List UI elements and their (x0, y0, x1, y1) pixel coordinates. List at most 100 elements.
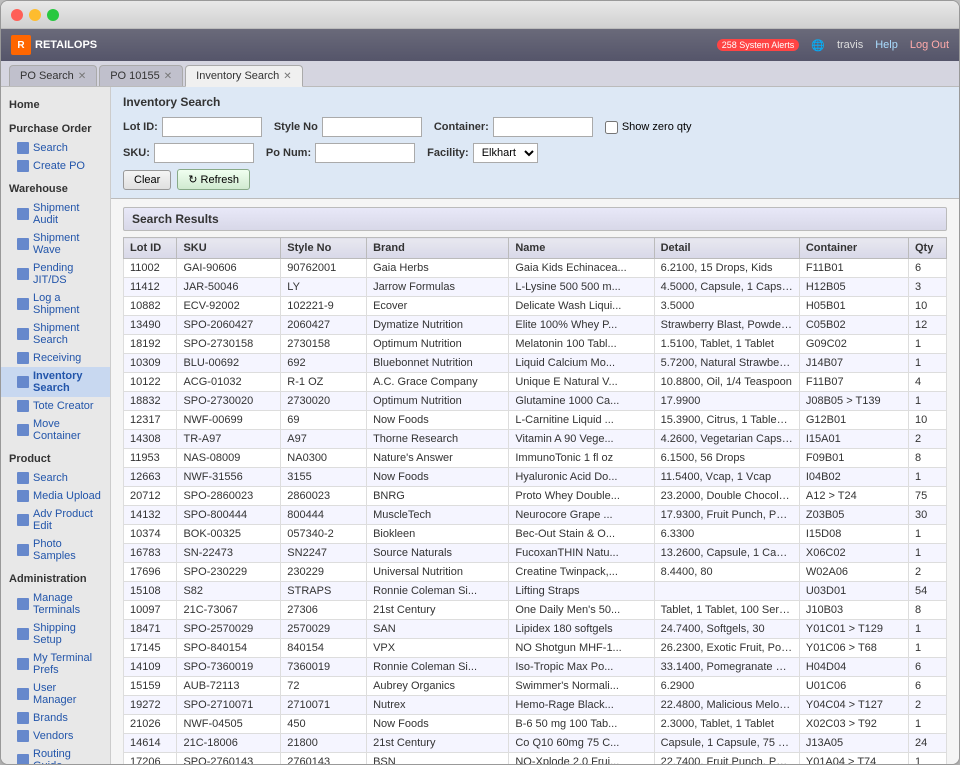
refresh-button[interactable]: ↻ Refresh (177, 169, 250, 190)
table-row[interactable]: 17696SPO-230229230229Universal Nutrition… (124, 563, 947, 582)
sidebar-item-vendors[interactable]: Vendors (1, 727, 110, 745)
table-cell: Proto Whey Double... (509, 487, 654, 506)
sidebar-item-move-container[interactable]: Move Container (1, 415, 110, 445)
sidebar-item-shipment-audit[interactable]: Shipment Audit (1, 199, 110, 229)
sidebar-item-pending-jit[interactable]: Pending JIT/DS (1, 259, 110, 289)
sidebar-item-manage-terminals[interactable]: Manage Terminals (1, 589, 110, 619)
table-row[interactable]: 14109SPO-73600197360019Ronnie Coleman Si… (124, 658, 947, 677)
table-cell: 21st Century (367, 601, 509, 620)
table-row[interactable]: 16783SN-22473SN2247Source NaturalsFucoxa… (124, 544, 947, 563)
table-row[interactable]: 10122ACG-01032R-1 OZA.C. Grace CompanyUn… (124, 373, 947, 392)
sidebar-section-admin: Administration Manage Terminals Shipping… (1, 569, 110, 764)
table-row[interactable]: 18832SPO-27300202730020Optimum Nutrition… (124, 392, 947, 411)
table-cell: Delicate Wash Liqui... (509, 297, 654, 316)
sidebar-item-receiving[interactable]: Receiving (1, 349, 110, 367)
sidebar-item-create-po-label: Create PO (33, 160, 85, 172)
table-row[interactable]: 20712SPO-28600232860023BNRGProto Whey Do… (124, 487, 947, 506)
top-bar: R RETAILOPS 258 System Alerts 🌐 travis H… (1, 29, 959, 61)
sidebar-item-shipment-search[interactable]: Shipment Search (1, 319, 110, 349)
sidebar-item-routing-guide[interactable]: Routing Guide (1, 745, 110, 764)
logo: R RETAILOPS (11, 35, 97, 55)
table-cell: U03D01 (799, 582, 908, 601)
sidebar-item-user-manager[interactable]: User Manager (1, 679, 110, 709)
tab-po-10155-close[interactable]: ✕ (164, 71, 172, 82)
table-cell: SPO-2730020 (177, 392, 281, 411)
sidebar-item-shipment-wave[interactable]: Shipment Wave (1, 229, 110, 259)
table-row[interactable]: 14308TR-A97A97Thorne ResearchVitamin A 9… (124, 430, 947, 449)
table-cell: Gaia Herbs (367, 259, 509, 278)
table-row[interactable]: 19272SPO-27100712710071NutrexHemo-Rage B… (124, 696, 947, 715)
alerts-indicator[interactable]: 258 System Alerts (717, 39, 800, 51)
sidebar-item-adv-product-edit[interactable]: Adv Product Edit (1, 505, 110, 535)
sidebar-item-po-search[interactable]: Search (1, 139, 110, 157)
tab-po-search[interactable]: PO Search ✕ (9, 65, 97, 86)
sidebar-item-product-search-label: Search (33, 472, 68, 484)
tab-po-search-close[interactable]: ✕ (78, 71, 86, 82)
sku-input[interactable] (154, 143, 254, 163)
table-row[interactable]: 12663NWF-315563155Now FoodsHyaluronic Ac… (124, 468, 947, 487)
style-no-input[interactable] (322, 117, 422, 137)
table-row[interactable]: 17206SPO-27601432760143BSNNO-Xplode 2.0 … (124, 753, 947, 765)
maximize-button[interactable] (47, 9, 59, 21)
table-cell: NO Shotgun MHF-1... (509, 639, 654, 658)
table-row[interactable]: 10309BLU-00692692Bluebonnet NutritionLiq… (124, 354, 947, 373)
facility-label: Facility: (427, 147, 469, 159)
lot-id-input[interactable] (162, 117, 262, 137)
tab-po-10155[interactable]: PO 10155 ✕ (99, 65, 183, 86)
table-row[interactable]: 15159AUB-7211372Aubrey OrganicsSwimmer's… (124, 677, 947, 696)
sidebar-section-admin-title: Administration (1, 569, 110, 589)
table-row[interactable]: 15108S82STRAPSRonnie Coleman Si...Liftin… (124, 582, 947, 601)
container-input[interactable] (493, 117, 593, 137)
table-row[interactable]: 10374BOK-00325057340-2BiokleenBec-Out St… (124, 525, 947, 544)
sidebar-item-my-terminal-prefs[interactable]: My Terminal Prefs (1, 649, 110, 679)
table-cell: NWF-31556 (177, 468, 281, 487)
sidebar-item-vendors-label: Vendors (33, 730, 73, 742)
table-row[interactable]: 21026NWF-04505450Now FoodsB-6 50 mg 100 … (124, 715, 947, 734)
po-num-input[interactable] (315, 143, 415, 163)
sidebar-item-create-po[interactable]: Create PO (1, 157, 110, 175)
table-row[interactable]: 10882ECV-92002102221-9EcoverDelicate Was… (124, 297, 947, 316)
table-row[interactable]: 11002GAI-9060690762001Gaia HerbsGaia Kid… (124, 259, 947, 278)
results-section: Search Results Lot ID SKU Style No Brand… (111, 199, 959, 764)
table-cell: Aubrey Organics (367, 677, 509, 696)
help-link[interactable]: Help (875, 39, 898, 51)
sidebar-item-tote-creator[interactable]: Tote Creator (1, 397, 110, 415)
table-cell: Iso-Tropic Max Po... (509, 658, 654, 677)
table-row[interactable]: 17145SPO-840154840154VPXNO Shotgun MHF-1… (124, 639, 947, 658)
sidebar-item-inventory-search[interactable]: Inventory Search (1, 367, 110, 397)
table-cell: 11953 (124, 449, 177, 468)
po-num-field: Po Num: (266, 143, 415, 163)
logout-link[interactable]: Log Out (910, 39, 949, 51)
sidebar-item-photo-samples[interactable]: Photo Samples (1, 535, 110, 565)
table-row[interactable]: 11412JAR-50046LYJarrow FormulasL-Lysine … (124, 278, 947, 297)
table-row[interactable]: 12317NWF-0069969Now FoodsL-Carnitine Liq… (124, 411, 947, 430)
sidebar-item-log-shipment[interactable]: Log a Shipment (1, 289, 110, 319)
show-zero-qty-checkbox[interactable] (605, 121, 618, 134)
table-cell: 1 (909, 753, 947, 765)
table-row[interactable]: 1461421C-180062180021st CenturyCo Q10 60… (124, 734, 947, 753)
tab-inventory-search-close[interactable]: ✕ (283, 71, 291, 82)
tab-inventory-search[interactable]: Inventory Search ✕ (185, 65, 303, 87)
main-window: R RETAILOPS 258 System Alerts 🌐 travis H… (0, 0, 960, 765)
sidebar-item-product-search[interactable]: Search (1, 469, 110, 487)
sidebar-item-media-upload[interactable]: Media Upload (1, 487, 110, 505)
table-row[interactable]: 13490SPO-20604272060427Dymatize Nutritio… (124, 316, 947, 335)
table-cell: SPO-2730158 (177, 335, 281, 354)
table-row[interactable]: 14132SPO-800444800444MuscleTechNeurocore… (124, 506, 947, 525)
table-cell: 12 (909, 316, 947, 335)
table-row[interactable]: 1009721C-730672730621st CenturyOne Daily… (124, 601, 947, 620)
clear-button[interactable]: Clear (123, 170, 171, 190)
table-row[interactable]: 11953NAS-08009NA0300Nature's AnswerImmun… (124, 449, 947, 468)
minimize-button[interactable] (29, 9, 41, 21)
table-row[interactable]: 18471SPO-25700292570029SANLipidex 180 so… (124, 620, 947, 639)
sidebar-item-adv-product-edit-label: Adv Product Edit (33, 508, 102, 532)
table-row[interactable]: 18192SPO-27301582730158Optimum Nutrition… (124, 335, 947, 354)
close-button[interactable] (11, 9, 23, 21)
sidebar-item-brands[interactable]: Brands (1, 709, 110, 727)
my-terminal-prefs-icon (17, 658, 29, 670)
sidebar-item-shipping-setup[interactable]: Shipping Setup (1, 619, 110, 649)
user-name[interactable]: travis (837, 39, 863, 51)
facility-select[interactable]: Elkhart Other (473, 143, 538, 163)
sidebar-section-warehouse-title: Warehouse (1, 179, 110, 199)
tabs-bar: PO Search ✕ PO 10155 ✕ Inventory Search … (1, 61, 959, 87)
